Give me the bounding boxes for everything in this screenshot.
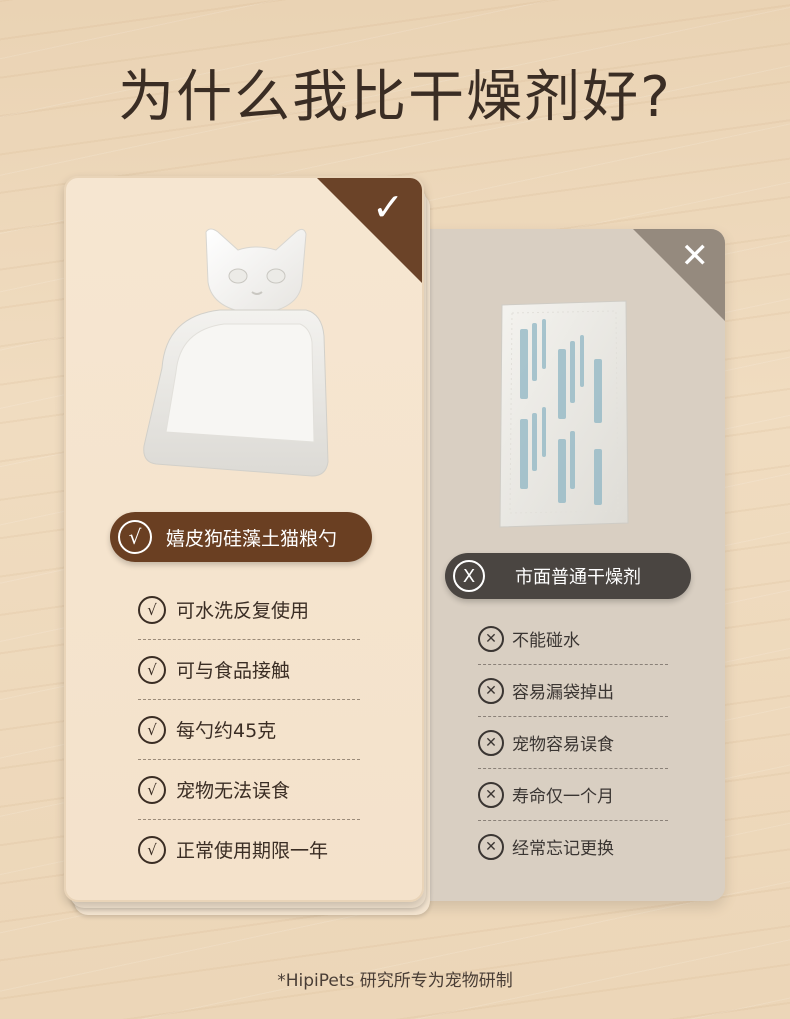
feature-label: 正常使用期限一年 bbox=[176, 840, 329, 862]
x-circle-icon: ✕ bbox=[478, 677, 504, 704]
feature-label: 经常忘记更换 bbox=[512, 839, 614, 859]
comparison-card-scoop: ✓ √ 嬉皮狗硅藻土猫粮勺 √ 可水洗反复使用 √ 可与食品接触 √ 每勺约45… bbox=[64, 176, 424, 902]
check-circle-icon: √ bbox=[138, 595, 166, 624]
feature-label: 不能碰水 bbox=[512, 631, 580, 651]
page-title: 为什么我比干燥剂好? bbox=[118, 65, 672, 130]
comparison-card-desiccant: ✕ X 市面普通干燥剂 ✕ 不能碰水 ✕ 容易漏袋掉出 ✕ 宠物容易误食 ✕ 寿… bbox=[400, 229, 725, 901]
feature-label: 每勺约45克 bbox=[176, 720, 277, 742]
feature-label: 可与食品接触 bbox=[176, 660, 291, 682]
list-item: √ 每勺约45克 bbox=[138, 700, 360, 760]
list-item: ✕ 不能碰水 bbox=[478, 613, 668, 665]
list-item: √ 可与食品接触 bbox=[138, 640, 360, 700]
scoop-label-pill: √ 嬉皮狗硅藻土猫粮勺 bbox=[110, 512, 372, 562]
x-circle-icon: ✕ bbox=[478, 729, 504, 756]
list-item: √ 可水洗反复使用 bbox=[138, 580, 360, 640]
corner-tab bbox=[633, 229, 725, 321]
x-circle-icon: X bbox=[453, 560, 485, 592]
list-item: ✕ 经常忘记更换 bbox=[478, 821, 668, 872]
desiccant-label: 市面普通干燥剂 bbox=[515, 567, 641, 588]
scoop-label: 嬉皮狗硅藻土猫粮勺 bbox=[166, 527, 338, 550]
checkmark-icon: ✓ bbox=[372, 185, 404, 229]
feature-label: 宠物容易误食 bbox=[512, 735, 614, 755]
feature-label: 宠物无法误食 bbox=[176, 780, 291, 802]
cat-scoop-image bbox=[143, 228, 329, 477]
desiccant-packet-image bbox=[499, 300, 629, 528]
x-circle-icon: ✕ bbox=[478, 625, 504, 652]
check-circle-icon: √ bbox=[138, 715, 166, 744]
list-item: √ 正常使用期限一年 bbox=[138, 820, 360, 879]
footer-note: *HipiPets 研究所专为宠物研制 bbox=[277, 971, 513, 991]
check-circle-icon: √ bbox=[138, 775, 166, 804]
desiccant-feature-list: ✕ 不能碰水 ✕ 容易漏袋掉出 ✕ 宠物容易误食 ✕ 寿命仅一个月 ✕ 经常忘记… bbox=[478, 613, 668, 872]
list-item: ✕ 容易漏袋掉出 bbox=[478, 665, 668, 717]
feature-label: 可水洗反复使用 bbox=[176, 600, 310, 622]
feature-label: 寿命仅一个月 bbox=[512, 787, 614, 807]
close-icon: ✕ bbox=[680, 236, 710, 276]
list-item: ✕ 宠物容易误食 bbox=[478, 717, 668, 769]
check-circle-icon: √ bbox=[138, 835, 166, 864]
list-item: √ 宠物无法误食 bbox=[138, 760, 360, 820]
x-circle-icon: ✕ bbox=[478, 781, 504, 808]
check-circle-icon: √ bbox=[118, 520, 152, 554]
feature-label: 容易漏袋掉出 bbox=[512, 683, 614, 703]
desiccant-label-pill: X 市面普通干燥剂 bbox=[445, 553, 691, 599]
x-circle-icon: ✕ bbox=[478, 833, 504, 860]
list-item: ✕ 寿命仅一个月 bbox=[478, 769, 668, 821]
scoop-feature-list: √ 可水洗反复使用 √ 可与食品接触 √ 每勺约45克 √ 宠物无法误食 √ 正… bbox=[138, 580, 360, 879]
check-circle-icon: √ bbox=[138, 655, 166, 684]
